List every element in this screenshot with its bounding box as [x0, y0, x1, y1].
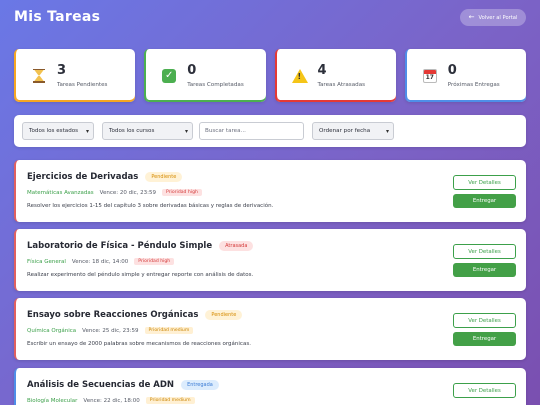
chevron-down-icon: ▾: [85, 128, 89, 135]
task-title: Ensayo sobre Reacciones Orgánicas: [27, 310, 199, 320]
warning-icon: !: [291, 67, 309, 85]
view-details-button[interactable]: Ver Detalles: [453, 244, 516, 259]
task-title: Ejercicios de Derivadas: [27, 172, 139, 182]
view-details-button[interactable]: Ver Detalles: [453, 313, 516, 328]
stat-card-overdue: ! 4 Tareas Atrasadas: [274, 49, 396, 102]
sort-select[interactable]: Ordenar por fecha ▾: [312, 122, 394, 140]
submit-task-button[interactable]: Entregar: [453, 332, 516, 346]
task-due-date: Vence: 25 dic, 23:59: [82, 327, 139, 334]
stat-card-upcoming: 17 0 Próximas Entregas: [404, 49, 526, 102]
hourglass-icon: [30, 67, 48, 85]
page-header: Mis Tareas ← Volver al Portal: [0, 0, 540, 36]
task-card: Análisis de Secuencias de ADN Entregada …: [14, 368, 526, 405]
task-course: Física General: [27, 258, 66, 265]
filter-bar: Todos los estados ▾ Todos los cursos ▾ O…: [14, 115, 526, 147]
check-mark-icon: ✓: [160, 67, 178, 85]
task-title: Análisis de Secuencias de ADN: [27, 380, 175, 390]
search-input[interactable]: [199, 122, 304, 140]
stat-card-completed: ✓ 0 Tareas Completadas: [144, 49, 266, 102]
course-filter-select[interactable]: Todos los cursos ▾: [102, 122, 193, 140]
task-card: Ejercicios de Derivadas Pendiente Matemá…: [14, 160, 526, 222]
priority-badge: Prioridad medium: [145, 397, 195, 404]
tasks-page: Mis Tareas ← Volver al Portal 3 Tareas P…: [0, 0, 540, 405]
stat-label-completed: Tareas Completadas: [187, 82, 244, 88]
back-to-portal-label: Volver al Portal: [478, 14, 518, 21]
task-description: Resolver los ejercicios 1-15 del capítul…: [27, 203, 274, 209]
course-filter-value: Todos los cursos: [109, 128, 155, 134]
task-card: Laboratorio de Física - Péndulo Simple A…: [14, 229, 526, 291]
state-filter-value: Todos los estados: [29, 128, 79, 134]
submit-task-button[interactable]: Entregar: [453, 263, 516, 277]
stats-row: 3 Tareas Pendientes ✓ 0 Tareas Completad…: [14, 49, 526, 102]
status-badge: Pendiente: [205, 310, 243, 320]
priority-badge: Prioridad high: [134, 258, 175, 265]
task-card: Ensayo sobre Reacciones Orgánicas Pendie…: [14, 298, 526, 360]
stat-label-upcoming: Próximas Entregas: [447, 82, 500, 88]
page-title: Mis Tareas: [14, 9, 101, 25]
stat-value-overdue: 4: [317, 63, 327, 78]
stat-label-pending: Tareas Pendientes: [57, 82, 108, 88]
view-details-button[interactable]: Ver Detalles: [453, 175, 516, 190]
status-badge: Pendiente: [145, 172, 183, 182]
back-to-portal-button[interactable]: ← Volver al Portal: [460, 9, 526, 26]
priority-badge: Prioridad high: [161, 189, 202, 196]
stat-value-pending: 3: [57, 63, 67, 78]
task-due-date: Vence: 20 dic, 23:59: [99, 189, 156, 196]
task-title: Laboratorio de Física - Péndulo Simple: [27, 241, 213, 251]
task-course: Biología Molecular: [27, 397, 78, 404]
stat-card-pending: 3 Tareas Pendientes: [14, 49, 136, 102]
status-badge: Entregada: [181, 380, 219, 390]
chevron-down-icon: ▾: [184, 128, 188, 135]
task-description: Escribir un ensayo de 2000 palabras sobr…: [27, 341, 251, 347]
submit-task-button[interactable]: Entregar: [453, 194, 516, 208]
task-course: Matemáticas Avanzadas: [27, 189, 94, 196]
stat-label-overdue: Tareas Atrasadas: [317, 82, 366, 88]
task-due-date: Vence: 22 dic, 18:00: [83, 397, 140, 404]
task-course: Química Orgánica: [27, 327, 77, 334]
chevron-down-icon: ▾: [385, 128, 389, 135]
state-filter-select[interactable]: Todos los estados ▾: [22, 122, 94, 140]
view-details-button[interactable]: Ver Detalles: [453, 383, 516, 398]
calendar-icon: 17: [421, 67, 439, 85]
task-description: Realizar experimento del péndulo simple …: [27, 272, 254, 278]
stat-value-completed: 0: [187, 63, 197, 78]
task-due-date: Vence: 18 dic, 14:00: [71, 258, 129, 265]
status-badge: Atrasada: [219, 241, 254, 251]
sort-value: Ordenar por fecha: [319, 128, 371, 134]
stat-value-upcoming: 0: [447, 63, 457, 78]
arrow-left-icon: ←: [468, 13, 475, 21]
priority-badge: Prioridad medium: [144, 327, 194, 334]
